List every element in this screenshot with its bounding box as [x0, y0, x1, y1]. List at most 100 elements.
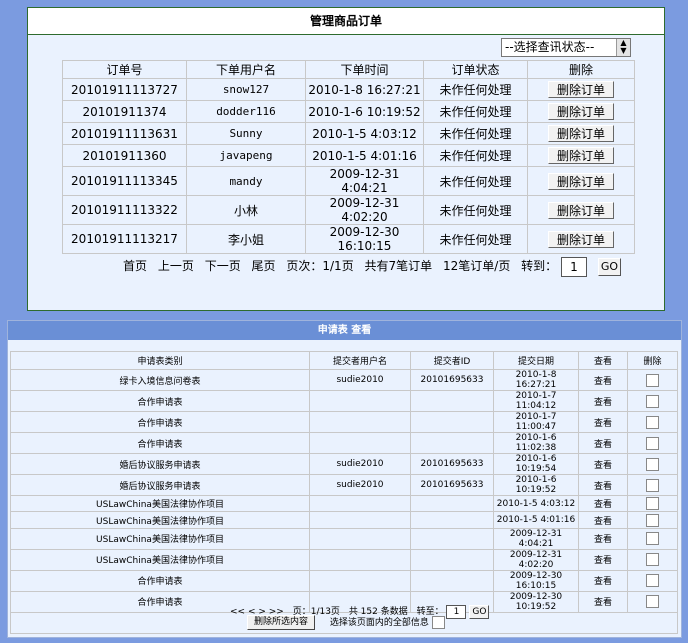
submitter-id: [410, 411, 494, 433]
submitter-id: 20101695633: [410, 369, 494, 391]
col-submit-date: 提交日期: [493, 351, 579, 370]
order-status: 未作任何处理: [423, 78, 528, 101]
view-link[interactable]: 查看: [578, 548, 628, 571]
view-link[interactable]: 查看: [578, 474, 628, 496]
delete-order-button[interactable]: 删除订单: [548, 125, 614, 142]
submitter-name: [309, 432, 411, 454]
app-type: USLawChina美国法律协作项目: [10, 511, 310, 529]
page-info: 页次：1/1页: [286, 259, 354, 273]
submitter-name: [309, 494, 411, 513]
orders-pager: 首页 上一页 下一页 尾页 页次：1/1页 共有7笔订单 12笔订单/页 转到：…: [123, 256, 628, 277]
order-row: 20101911113322 小林 2009-12-31 4:02:20 未作任…: [62, 195, 635, 225]
app-type: 合作申请表: [10, 569, 310, 592]
go-button[interactable]: GO: [469, 604, 490, 619]
col-order-status: 订单状态: [423, 60, 528, 79]
row-delete-checkbox[interactable]: [646, 415, 659, 429]
first-page-link[interactable]: 首页: [123, 259, 147, 273]
col-view: 查看: [578, 351, 628, 370]
submitter-id: [410, 548, 494, 571]
order-status: 未作任何处理: [423, 122, 528, 145]
application-row: USLawChina美国法律协作项目 2009-12-31 4:02:20 查看: [10, 548, 678, 571]
application-row: 合作申请表 2009-12-30 16:10:15 查看: [10, 569, 678, 592]
row-delete-checkbox[interactable]: [646, 394, 659, 408]
submit-date: 2010-1-7 11:00:47: [493, 411, 579, 433]
submit-date: 2010-1-8 16:27:21: [493, 369, 579, 391]
view-link[interactable]: 查看: [578, 527, 628, 550]
delete-order-button[interactable]: 删除订单: [548, 81, 614, 98]
submitter-id: 20101695633: [410, 474, 494, 496]
goto-page-input[interactable]: 1: [446, 604, 467, 619]
row-delete-checkbox[interactable]: [646, 595, 659, 609]
application-row: 绿卡入境信息问卷表 sudie2010 20101695633 2010-1-8 16…: [10, 369, 678, 391]
app-type: 合作申请表: [10, 390, 310, 412]
row-delete-checkbox[interactable]: [646, 553, 659, 567]
row-delete-checkbox[interactable]: [646, 478, 659, 492]
delete-order-button[interactable]: 删除订单: [548, 103, 614, 120]
applications-table: 申请表类别 提交者用户名 提交者ID 提交日期 查看 删除 绿卡入境信息问卷表 s…: [10, 351, 678, 634]
submit-date: 2010-1-5 4:01:16: [493, 511, 579, 529]
go-button[interactable]: GO: [597, 257, 622, 276]
goto-page-input[interactable]: 1: [561, 256, 587, 277]
orders-panel-title: 管理商品订单: [28, 8, 664, 35]
order-time: 2009-12-31 4:02:20: [305, 195, 424, 225]
view-link[interactable]: 查看: [578, 494, 628, 513]
app-type: 婚后协议服务申请表: [10, 453, 310, 475]
col-order-time: 下单时间: [305, 60, 424, 79]
submit-date: 2010-1-6 11:02:38: [493, 432, 579, 454]
page-nav-arrows[interactable]: << < > >>: [230, 607, 284, 617]
view-link[interactable]: 查看: [578, 369, 628, 391]
applications-pager: << < > >> 页：1/13页 共 152 条数据 转至： 1 GO: [230, 604, 490, 620]
order-user: 李小姐: [186, 224, 306, 254]
row-delete-checkbox[interactable]: [646, 532, 659, 546]
view-link[interactable]: 查看: [578, 390, 628, 412]
row-delete-checkbox[interactable]: [646, 373, 659, 387]
orders-table: 订单号 下单用户名 下单时间 订单状态 删除 20101911113727 sn…: [62, 60, 635, 254]
status-filter-value: --选择查讯状态--: [505, 40, 595, 54]
row-delete-checkbox[interactable]: [646, 457, 659, 471]
delete-order-button[interactable]: 删除订单: [548, 172, 614, 190]
delete-order-button[interactable]: 删除订单: [548, 201, 614, 219]
status-filter-select[interactable]: --选择查讯状态-- ▲ ▼: [501, 38, 631, 57]
last-page-link[interactable]: 尾页: [252, 259, 276, 273]
submit-date: 2010-1-5 4:03:12: [493, 494, 579, 513]
col-submitter-name: 提交者用户名: [309, 351, 411, 370]
submitter-name: [309, 527, 411, 550]
order-user: 小林: [186, 195, 306, 225]
app-type: 绿卡入境信息问卷表: [10, 369, 310, 391]
submitter-id: 20101695633: [410, 453, 494, 475]
application-row: USLawChina美国法律协作项目 2010-1-5 4:01:16 查看: [10, 511, 678, 529]
view-link[interactable]: 查看: [578, 569, 628, 592]
application-row: 婚后协议服务申请表 sudie2010 20101695633 2010-1-6 10…: [10, 453, 678, 475]
view-link[interactable]: 查看: [578, 511, 628, 529]
order-row: 20101911374 dodder116 2010-1-6 10:19:52 …: [62, 100, 635, 123]
order-status: 未作任何处理: [423, 195, 528, 225]
row-delete-checkbox[interactable]: [646, 497, 659, 511]
app-type: USLawChina美国法律协作项目: [10, 548, 310, 571]
col-username: 下单用户名: [186, 60, 306, 79]
col-delete: 删除: [527, 60, 635, 79]
submitter-name: sudie2010: [309, 453, 411, 475]
view-link[interactable]: 查看: [578, 432, 628, 454]
order-time: 2010-1-5 4:03:12: [305, 122, 424, 145]
order-status: 未作任何处理: [423, 166, 528, 196]
submit-date: 2009-12-31 4:02:20: [493, 548, 579, 571]
order-id: 20101911113345: [62, 166, 187, 196]
next-page-link[interactable]: 下一页: [205, 259, 241, 273]
submitter-name: sudie2010: [309, 369, 411, 391]
row-delete-checkbox[interactable]: [646, 436, 659, 450]
prev-page-link[interactable]: 上一页: [158, 259, 194, 273]
view-link[interactable]: 查看: [578, 590, 628, 613]
submitter-name: [309, 390, 411, 412]
delete-order-button[interactable]: 删除订单: [548, 230, 614, 248]
orders-header-row: 订单号 下单用户名 下单时间 订单状态 删除: [62, 60, 635, 79]
submit-date: 2010-1-7 11:04:12: [493, 390, 579, 412]
delete-order-button[interactable]: 删除订单: [548, 147, 614, 164]
row-delete-checkbox[interactable]: [646, 574, 659, 588]
view-link[interactable]: 查看: [578, 453, 628, 475]
order-id: 20101911113631: [62, 122, 187, 145]
submitter-name: [309, 511, 411, 529]
view-link[interactable]: 查看: [578, 411, 628, 433]
row-delete-checkbox[interactable]: [646, 513, 659, 527]
order-status: 未作任何处理: [423, 100, 528, 123]
select-arrows-icon: ▲ ▼: [616, 39, 630, 56]
